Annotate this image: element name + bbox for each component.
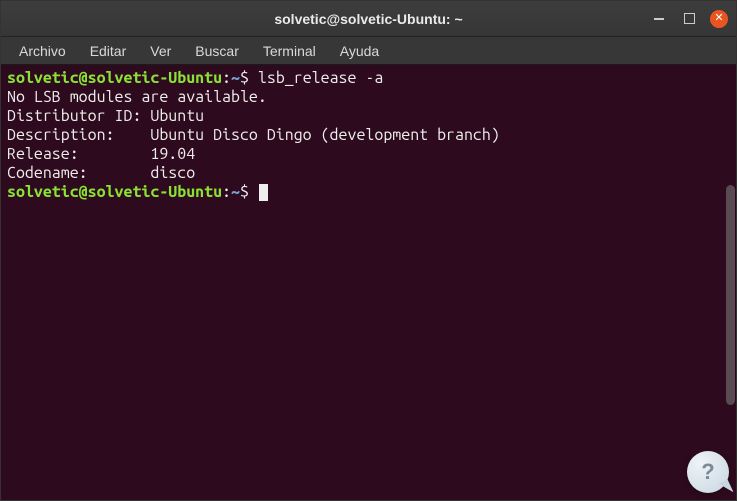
menubar: Archivo Editar Ver Buscar Terminal Ayuda xyxy=(1,37,736,65)
question-mark-icon: ? xyxy=(701,459,714,485)
prompt-user: solvetic@solvetic-Ubuntu xyxy=(7,69,222,87)
menu-buscar[interactable]: Buscar xyxy=(185,40,249,62)
prompt-dollar: $ xyxy=(240,69,249,87)
terminal-body[interactable]: solvetic@solvetic-Ubuntu:~$ lsb_release … xyxy=(1,65,736,500)
minimize-button[interactable] xyxy=(650,10,668,28)
output-line: No LSB modules are available. xyxy=(7,88,730,107)
menu-archivo[interactable]: Archivo xyxy=(9,40,76,62)
prompt-path: ~ xyxy=(231,183,240,201)
terminal-window: solvetic@solvetic-Ubuntu: ~ Archivo Edit… xyxy=(0,0,737,501)
command-text: lsb_release -a xyxy=(249,69,383,87)
help-bubble[interactable]: ? xyxy=(687,451,729,493)
output-line: Release: 19.04 xyxy=(7,145,730,164)
prompt-line-1: solvetic@solvetic-Ubuntu:~$ lsb_release … xyxy=(7,69,730,88)
scrollbar[interactable] xyxy=(724,65,736,500)
close-button[interactable] xyxy=(710,10,728,28)
prompt-path: ~ xyxy=(231,69,240,87)
menu-editar[interactable]: Editar xyxy=(80,40,137,62)
window-controls xyxy=(650,10,728,28)
prompt-colon: : xyxy=(222,183,231,201)
prompt-user: solvetic@solvetic-Ubuntu xyxy=(7,183,222,201)
prompt-dollar: $ xyxy=(240,183,249,201)
maximize-button[interactable] xyxy=(680,10,698,28)
output-line: Description: Ubuntu Disco Dingo (develop… xyxy=(7,126,730,145)
output-line: Codename: disco xyxy=(7,164,730,183)
scrollbar-thumb[interactable] xyxy=(726,185,735,405)
output-line: Distributor ID: Ubuntu xyxy=(7,107,730,126)
menu-terminal[interactable]: Terminal xyxy=(253,40,326,62)
menu-ayuda[interactable]: Ayuda xyxy=(330,40,389,62)
window-title: solvetic@solvetic-Ubuntu: ~ xyxy=(274,11,462,27)
prompt-colon: : xyxy=(222,69,231,87)
cursor xyxy=(259,184,268,201)
prompt-line-2: solvetic@solvetic-Ubuntu:~$ xyxy=(7,183,730,202)
menu-ver[interactable]: Ver xyxy=(140,40,181,62)
titlebar: solvetic@solvetic-Ubuntu: ~ xyxy=(1,1,736,37)
